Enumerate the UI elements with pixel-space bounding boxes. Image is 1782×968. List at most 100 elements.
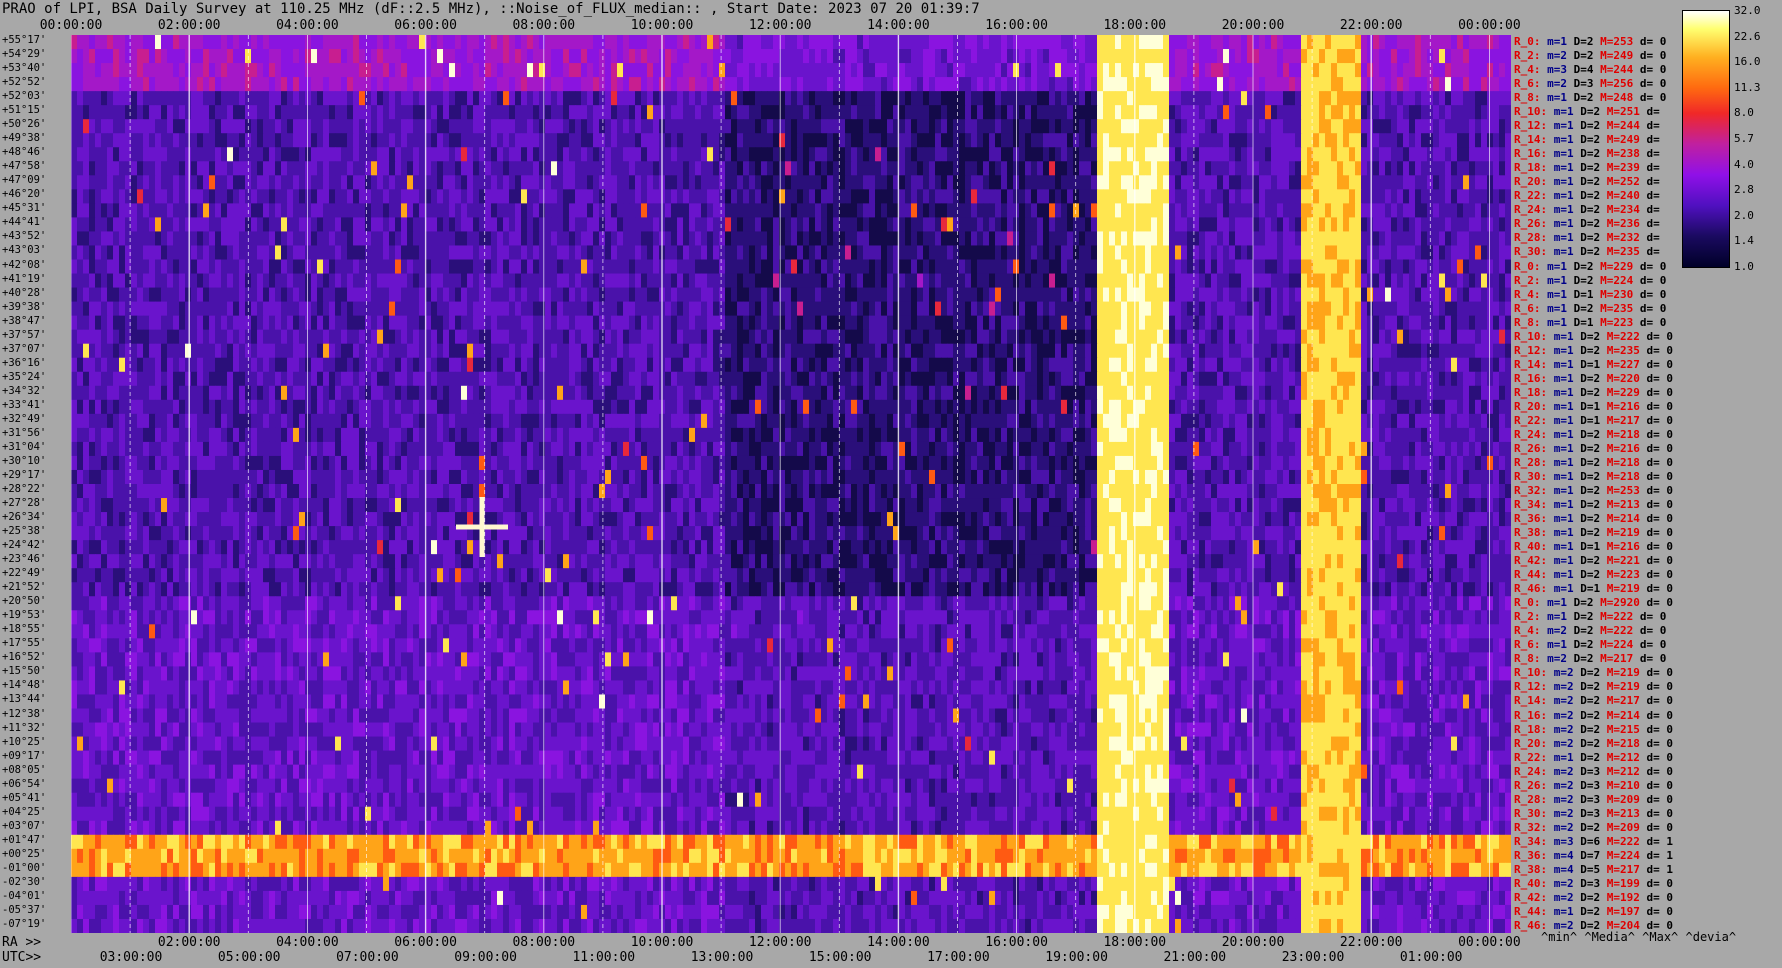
heatmap-cell — [1271, 287, 1278, 303]
heatmap-cell — [161, 105, 168, 120]
heatmap-cell — [725, 147, 732, 162]
heatmap-cell — [1385, 147, 1392, 162]
heatmap-cell — [71, 315, 78, 331]
heatmap-cell — [1079, 175, 1086, 190]
heatmap-cell — [1331, 231, 1338, 246]
heatmap-cell — [1019, 273, 1026, 289]
heatmap-cell — [929, 231, 936, 246]
heatmap-cell — [581, 273, 588, 289]
heatmap-cell — [761, 287, 768, 303]
heatmap-cell — [1139, 147, 1146, 162]
heatmap-cell — [1133, 259, 1140, 275]
heatmap-cell — [503, 273, 510, 289]
heatmap-cell — [281, 105, 288, 120]
heatmap-cell — [191, 35, 198, 50]
heatmap-cell — [1211, 63, 1218, 78]
heatmap-cell — [1409, 189, 1416, 204]
heatmap-cell — [311, 301, 318, 317]
heatmap-cell — [77, 63, 84, 78]
heatmap-cell — [737, 259, 744, 275]
heatmap-cell — [749, 217, 756, 232]
heatmap-cell — [1241, 63, 1248, 78]
heatmap-cell — [1457, 35, 1464, 50]
heatmap-cell — [1211, 133, 1218, 148]
heatmap-cell — [1265, 147, 1272, 162]
heatmap-cell — [821, 315, 828, 331]
heatmap-cell — [1169, 63, 1176, 78]
heatmap-cell — [1115, 133, 1122, 148]
heatmap-cell — [179, 273, 186, 289]
heatmap-cell — [389, 63, 396, 78]
heatmap-cell — [1217, 77, 1224, 92]
heatmap-cell — [1337, 231, 1344, 246]
heatmap-cell — [1205, 273, 1212, 289]
heatmap-cell — [1025, 77, 1032, 92]
heatmap-cell — [881, 245, 888, 260]
heatmap-cell — [413, 133, 420, 148]
heatmap-cell — [965, 259, 972, 275]
heatmap-cell — [857, 301, 864, 317]
heatmap-cell — [125, 217, 132, 232]
heatmap-cell — [503, 63, 510, 78]
heatmap-cell — [713, 245, 720, 260]
heatmap-cell — [1019, 217, 1026, 232]
heatmap-cell — [389, 147, 396, 162]
heatmap-cell — [1253, 175, 1260, 190]
heatmap-cell — [1121, 49, 1128, 64]
heatmap-cell — [143, 301, 150, 317]
heatmap-cell — [1433, 119, 1440, 134]
heatmap-cell — [647, 231, 654, 246]
heatmap-cell — [1181, 133, 1188, 148]
heatmap-cell — [197, 315, 204, 331]
heatmap-cell — [329, 231, 336, 246]
heatmap-cell — [401, 203, 408, 218]
heatmap-cell — [935, 203, 942, 218]
heatmap-cell — [269, 105, 276, 120]
heatmap-cell — [1265, 189, 1272, 204]
heatmap-cell — [1421, 105, 1428, 120]
heatmap-cell — [701, 273, 708, 289]
heatmap-cell — [929, 77, 936, 92]
heatmap-cell — [755, 77, 762, 92]
heatmap-cell — [101, 119, 108, 134]
heatmap-cell — [455, 245, 462, 260]
heatmap-cell — [1499, 259, 1506, 275]
heatmap-cell — [629, 105, 636, 120]
heatmap-cell — [125, 49, 132, 64]
heatmap-cell — [1445, 287, 1452, 303]
heatmap-cell — [77, 119, 84, 134]
heatmap-cell — [689, 161, 696, 176]
heatmap-cell — [827, 245, 834, 260]
heatmap-cell — [371, 49, 378, 64]
heatmap-cell — [1385, 63, 1392, 78]
heatmap-cell — [707, 315, 714, 331]
heatmap-cell — [1079, 259, 1086, 275]
heatmap-cell — [1397, 231, 1404, 246]
heatmap-cell — [1463, 161, 1470, 176]
heatmap-cell — [563, 203, 570, 218]
heatmap-cell — [485, 259, 492, 275]
heatmap-cell — [761, 315, 768, 331]
heatmap-cell — [1319, 189, 1326, 204]
heatmap-cell — [263, 273, 270, 289]
heatmap-cell — [467, 231, 474, 246]
heatmap-cell — [299, 49, 306, 64]
heatmap-cell — [257, 273, 264, 289]
heatmap-cell — [431, 259, 438, 275]
heatmap-cell — [785, 315, 792, 331]
heatmap-cell — [239, 287, 246, 303]
heatmap-cell — [827, 35, 834, 50]
heatmap-cell — [299, 287, 306, 303]
heatmap-cell — [365, 315, 372, 331]
dec-label: +35°24' — [2, 370, 47, 383]
heatmap-cell — [131, 49, 138, 64]
heatmap-cell — [1499, 301, 1506, 317]
heatmap-cell — [221, 301, 228, 317]
heatmap-cell — [953, 301, 960, 317]
heatmap-cell — [701, 161, 708, 176]
heatmap-cell — [383, 175, 390, 190]
heatmap-cell — [965, 161, 972, 176]
heatmap-cell — [869, 259, 876, 275]
heatmap-cell — [827, 315, 834, 331]
heatmap-cell — [671, 175, 678, 190]
